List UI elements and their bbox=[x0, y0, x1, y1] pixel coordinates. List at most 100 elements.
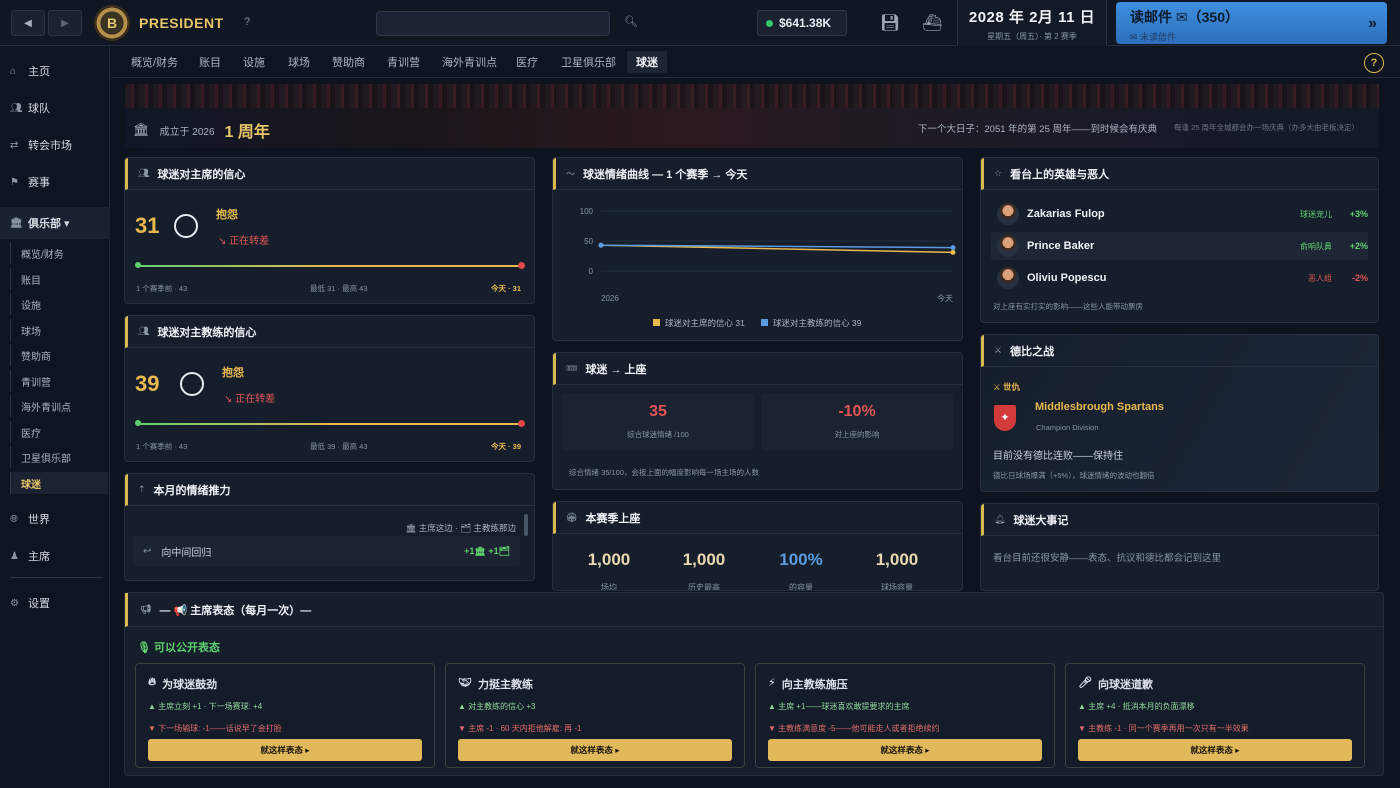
coach-confidence-card: 👥︎ 球迷对主教练的信心 39 抱怨 ↘ 正在转差 1 个赛季前 · 43 最低 … bbox=[124, 315, 535, 462]
sidebar-sub-overview[interactable]: 概览/财务 bbox=[10, 242, 108, 264]
sidebar-sub-accounts[interactable]: 账目 bbox=[10, 268, 108, 290]
x-tick-label: 2026 bbox=[601, 294, 619, 303]
sidebar-sub-overseas-youth[interactable]: 海外青训点 bbox=[10, 395, 108, 417]
timeline-range-label: 最低 39 · 最高 43 bbox=[310, 442, 368, 451]
read-mail-button[interactable]: 读邮件 ✉（350） ✉ 未读信件 » bbox=[1116, 2, 1387, 44]
chart-icon: 〜 bbox=[566, 169, 576, 179]
mood-label: 抱怨 bbox=[222, 367, 244, 379]
tab-satellite[interactable]: 卫星俱乐部 bbox=[561, 54, 616, 70]
help-icon[interactable]: ? bbox=[1364, 53, 1384, 73]
rival-tag: ⚔ 世仇 bbox=[993, 382, 1020, 392]
founded-label: 成立于 2026 bbox=[159, 126, 215, 138]
stance-available: 🎙︎ 可以公开表态 bbox=[137, 639, 220, 655]
tab-fans[interactable]: 球迷 bbox=[627, 51, 667, 73]
scrollbar[interactable] bbox=[524, 514, 528, 536]
timeline-start-dot bbox=[135, 262, 141, 268]
sidebar-divider bbox=[10, 577, 103, 578]
next-milestone: 下一个大日子：2051 年的第 25 周年——到时候会有庆典 bbox=[917, 124, 1157, 135]
heroes-villains-card: ☆ 看台上的英雄与恶人 Zakarias Fulop 球迷宠儿 +3% Princ… bbox=[980, 157, 1379, 323]
player-name: Zakarias Fulop bbox=[1027, 208, 1105, 220]
back-button[interactable]: ◀ bbox=[11, 10, 45, 36]
legend-swatch bbox=[761, 319, 768, 326]
make-stance-button[interactable]: 就这样表态 ▸ bbox=[458, 739, 732, 761]
sidebar-item-club[interactable]: 🏛︎ 俱乐部 ▾ bbox=[0, 207, 110, 239]
sidebar-sub-youth[interactable]: 青训营 bbox=[10, 370, 108, 392]
tab-overseas-youth[interactable]: 海外青训点 bbox=[442, 54, 497, 70]
derby-note: 德比日球场爆满（+5%），球迷情绪的波动也翻倍 bbox=[993, 471, 1155, 480]
sidebar-item-transfer[interactable]: ⇄ 转会市场 bbox=[0, 133, 110, 157]
player-name: Oliviu Popescu bbox=[1027, 272, 1107, 284]
unread-mail-label: ✉ 未读信件 bbox=[1130, 32, 1177, 42]
sidebar-sub-medical[interactable]: 医疗 bbox=[10, 421, 108, 443]
mail-label: 读邮件 ✉（350） bbox=[1130, 9, 1239, 25]
sidebar-sub-facilities[interactable]: 设施 bbox=[10, 293, 108, 315]
sidebar-sub-fans[interactable]: 球迷 bbox=[10, 472, 108, 494]
season-value: 1,000 bbox=[682, 550, 726, 569]
avatar bbox=[997, 203, 1019, 225]
tab-accounts[interactable]: 账目 bbox=[199, 54, 221, 70]
season-value: 100% bbox=[779, 550, 823, 569]
make-stance-button[interactable]: 就这样表态 ▸ bbox=[148, 739, 422, 761]
player-tag: 球迷宠儿 bbox=[1300, 209, 1332, 219]
search-input[interactable] bbox=[376, 11, 610, 36]
chairman-icon: ♟ bbox=[10, 550, 19, 562]
y-tick-label: 100 bbox=[580, 207, 594, 216]
option-positive: ▲ 对主教练的信心 +3 bbox=[458, 702, 536, 711]
club-crest[interactable]: B bbox=[94, 5, 130, 41]
ship-icon[interactable]: ⛴︎ bbox=[922, 13, 942, 33]
tab-medical[interactable]: 医疗 bbox=[516, 54, 538, 70]
hero-row[interactable]: Prince Baker 俞响队鼻 +2% bbox=[991, 232, 1368, 260]
rival-club-name[interactable]: Middlesbrough Spartans bbox=[1035, 401, 1164, 413]
sidebar-sub-satellite[interactable]: 卫星俱乐部 bbox=[10, 446, 108, 468]
make-stance-button[interactable]: 就这样表态 ▸ bbox=[1078, 739, 1352, 761]
sidebar-item-team[interactable]: 👥︎ 球队 bbox=[0, 96, 110, 120]
tab-youth[interactable]: 青训营 bbox=[387, 54, 420, 70]
help-button[interactable]: ? bbox=[244, 16, 250, 28]
search-icon[interactable]: 🔍︎ bbox=[624, 15, 638, 28]
tab-sponsors[interactable]: 赞助商 bbox=[332, 54, 365, 70]
fans-icon: 👥︎ bbox=[138, 168, 150, 178]
momentum-row-value: +1🏛 +1🗂 bbox=[464, 545, 510, 556]
sidebar-item-label: 转会市场 bbox=[28, 140, 72, 152]
save-icon[interactable]: 💾︎ bbox=[880, 13, 900, 33]
balance-status-dot bbox=[766, 19, 773, 27]
card-header: 🔔︎ 球迷大事记 bbox=[981, 504, 1378, 536]
heroes-note: 对上座有实打实的影响——这些人能带动票房 bbox=[993, 302, 1143, 311]
sidebar-item-competitions[interactable]: ⚑ 赛事 bbox=[0, 170, 110, 194]
x-tick-label: 今天 bbox=[937, 293, 953, 303]
unhappy-face-icon bbox=[174, 214, 198, 238]
timeline-start-label: 1 个赛季前 · 43 bbox=[136, 442, 188, 451]
sidebar-item-home[interactable]: ⌂ 主页 bbox=[0, 59, 110, 83]
sidebar-item-label: 球队 bbox=[28, 103, 50, 115]
combined-mood-box: 35 综合球迷情绪 /100 bbox=[562, 393, 754, 451]
card-title: 本月的情绪推力 bbox=[153, 484, 231, 497]
stance-header: 📢︎ — 📢 主席表态（每月一次）— bbox=[125, 593, 1383, 627]
villain-row[interactable]: Oliviu Popescu 恶人组 -2% bbox=[991, 264, 1368, 292]
current-date: 2028 年 2月 11 日 bbox=[968, 9, 1096, 26]
avatar bbox=[997, 267, 1019, 289]
date-panel[interactable]: 2028 年 2月 11 日 星期五（周五）· 第 2 赛季 bbox=[957, 0, 1107, 46]
option-negative: ▼ 主教练满意度 -5——他可能走人或者拒绝续约 bbox=[768, 724, 940, 733]
card-header: 👥︎ 球迷对主教练的信心 bbox=[125, 316, 534, 348]
option-positive: ▲ 主席 +1——球迷喜欢敢提要求的主席 bbox=[768, 702, 910, 711]
forward-button[interactable]: ▶ bbox=[48, 10, 82, 36]
sidebar-item-settings[interactable]: ⚙ 设置 bbox=[0, 591, 110, 615]
attendance-impact-label: 对上座的影响 bbox=[834, 430, 880, 439]
sidebar-sub-sponsors[interactable]: 赞助商 bbox=[10, 344, 108, 366]
sidebar-sub-stadium[interactable]: 球场 bbox=[10, 319, 108, 341]
card-title: 球迷情绪曲线 — 1 个赛季 → 今天 bbox=[583, 168, 748, 181]
card-header: ☆ 看台上的英雄与恶人 bbox=[981, 158, 1378, 190]
chairman-stance-panel: 📢︎ — 📢 主席表态（每月一次）— 🎙︎ 可以公开表态 🔥︎ 为球迷鼓劲 ▲ 主席… bbox=[124, 592, 1384, 776]
card-header: 〜球迷情绪曲线 — 1 个赛季 → 今天 bbox=[553, 158, 962, 190]
tab-overview[interactable]: 概览/财务 bbox=[131, 54, 178, 70]
tab-stadium[interactable]: 球场 bbox=[288, 54, 310, 70]
confidence-value: 39 bbox=[135, 371, 160, 396]
unhappy-face-icon bbox=[180, 372, 204, 396]
sidebar-item-world[interactable]: 🌐︎ 世界 bbox=[0, 507, 110, 531]
make-stance-button[interactable]: 就这样表态 ▸ bbox=[768, 739, 1042, 761]
sidebar-item-chairman[interactable]: ♟ 主席 bbox=[0, 544, 110, 568]
hero-row[interactable]: Zakarias Fulop 球迷宠儿 +3% bbox=[991, 200, 1368, 228]
derby-status: 目前没有德比连败——保持住 bbox=[993, 451, 1123, 462]
player-impact: -2% bbox=[1351, 273, 1368, 283]
tab-facilities[interactable]: 设施 bbox=[243, 54, 265, 70]
